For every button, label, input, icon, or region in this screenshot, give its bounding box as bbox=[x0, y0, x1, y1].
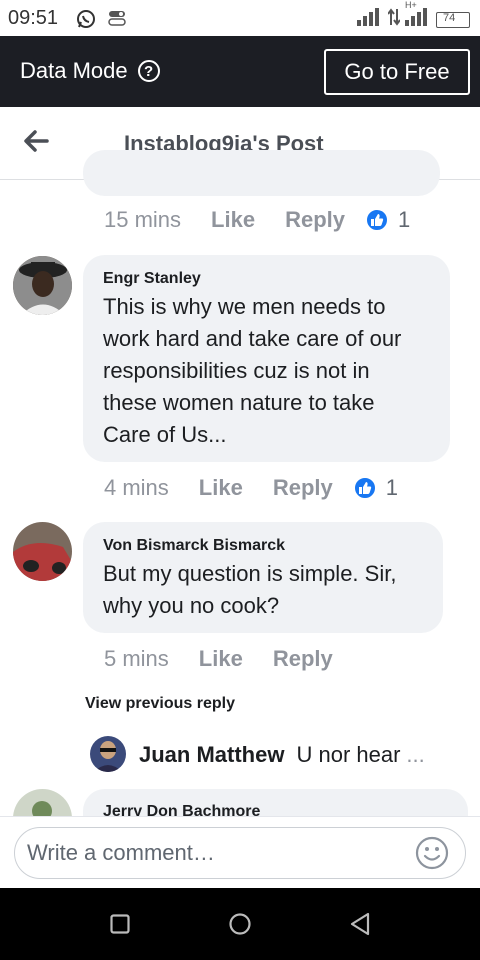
comment-composer[interactable] bbox=[14, 827, 466, 879]
comment-author[interactable]: Von Bismarck Bismarck bbox=[103, 537, 285, 555]
status-icons: H+ 74 bbox=[357, 0, 470, 31]
view-previous-reply-link[interactable]: View previous reply bbox=[85, 695, 235, 713]
recents-icon[interactable] bbox=[110, 914, 130, 939]
avatar[interactable] bbox=[13, 522, 72, 581]
comment-meta: 15 mins Like Reply 1 bbox=[104, 207, 410, 233]
like-button[interactable]: Like bbox=[211, 207, 255, 233]
data-arrows-icon bbox=[387, 8, 401, 31]
comment-text: But my question is simple. Sir, why you … bbox=[103, 558, 438, 622]
reply-preview[interactable]: Juan Matthew U nor hear ... bbox=[139, 742, 425, 768]
reply-author: Juan Matthew bbox=[139, 742, 285, 767]
status-time: 09:51 bbox=[8, 7, 59, 29]
comment-composer-bar bbox=[0, 816, 480, 889]
whatsapp-icon bbox=[76, 9, 96, 34]
system-nav-bar bbox=[0, 888, 480, 960]
reply-button[interactable]: Reply bbox=[285, 207, 345, 233]
home-icon[interactable] bbox=[228, 912, 252, 941]
comment-line: This is why we men needs to bbox=[103, 294, 386, 319]
comment-meta: 5 mins Like Reply bbox=[104, 646, 333, 672]
battery-icon: 74 bbox=[436, 11, 470, 28]
comment-text: This is why we men needs to work hard an… bbox=[103, 291, 443, 451]
toggle-icon bbox=[108, 10, 126, 31]
data-mode-text: Data Mode bbox=[20, 58, 128, 83]
back-icon[interactable] bbox=[349, 912, 371, 941]
comment-bubble bbox=[83, 150, 440, 196]
comment-time: 5 mins bbox=[104, 646, 169, 671]
reply-button[interactable]: Reply bbox=[273, 475, 333, 501]
comment-bubble: Von Bismarck Bismarck But my question is… bbox=[83, 522, 443, 633]
network-type: H+ bbox=[405, 0, 417, 10]
data-mode-bar: Data Mode ? Go to Free bbox=[0, 36, 480, 107]
thumbs-up-icon bbox=[352, 476, 377, 500]
comment-line: Care of Us... bbox=[103, 422, 227, 447]
battery-level: 74 bbox=[443, 11, 456, 24]
comment-time: 15 mins bbox=[104, 207, 182, 232]
back-arrow-icon[interactable] bbox=[22, 127, 50, 155]
comment-line: these women nature to take bbox=[103, 390, 375, 415]
thumbs-up-icon bbox=[365, 208, 389, 232]
reaction-count[interactable]: 1 bbox=[386, 475, 398, 501]
reply-button[interactable]: Reply bbox=[273, 646, 333, 672]
like-button[interactable]: Like bbox=[199, 475, 243, 501]
comment-meta: 4 mins Like Reply 1 bbox=[104, 475, 398, 501]
avatar[interactable] bbox=[13, 256, 72, 315]
comment-input[interactable] bbox=[25, 839, 409, 867]
like-button[interactable]: Like bbox=[199, 646, 243, 672]
avatar[interactable] bbox=[90, 736, 126, 772]
comment-line: why you no cook? bbox=[103, 593, 280, 618]
comment-line: But my question is simple. Sir, bbox=[103, 561, 397, 586]
question-icon[interactable]: ? bbox=[137, 60, 160, 82]
reply-ellipsis: ... bbox=[406, 742, 425, 767]
comment-author[interactable]: Engr Stanley bbox=[103, 270, 201, 288]
comment-bubble: Engr Stanley This is why we men needs to… bbox=[83, 255, 450, 462]
reaction-count[interactable]: 1 bbox=[398, 207, 410, 233]
status-bar: 09:51 H+ 74 bbox=[0, 0, 480, 36]
data-mode-label[interactable]: Data Mode ? bbox=[20, 58, 160, 84]
signal-h-plus-icon: H+ bbox=[405, 0, 431, 31]
comment-line: work hard and take care of our bbox=[103, 326, 402, 351]
emoji-icon[interactable] bbox=[415, 836, 449, 870]
signal-icon bbox=[357, 8, 383, 31]
comment-time: 4 mins bbox=[104, 475, 169, 500]
reply-text: U nor hear bbox=[296, 742, 401, 767]
comment-line: responsibilities cuz is not in bbox=[103, 358, 370, 383]
go-to-free-button[interactable]: Go to Free bbox=[324, 49, 470, 95]
